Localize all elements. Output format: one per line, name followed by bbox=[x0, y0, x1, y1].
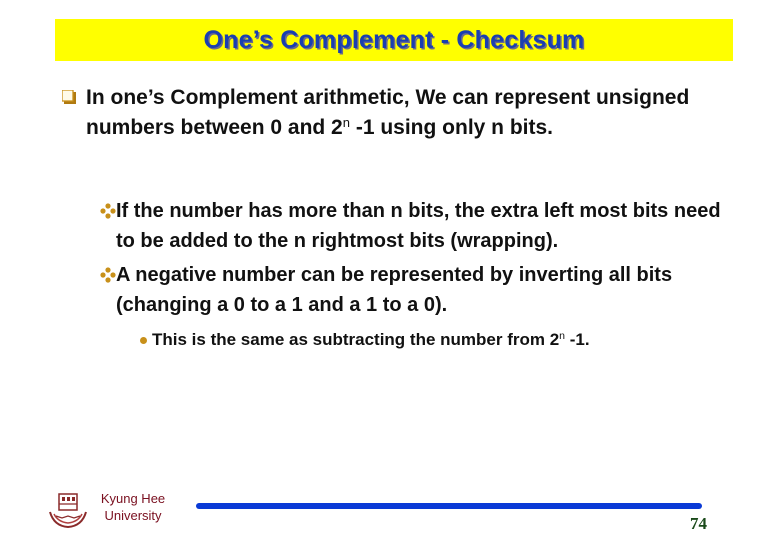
university-name-line2: University bbox=[104, 508, 162, 523]
university-emblem-icon bbox=[49, 493, 87, 529]
bullet-level1: In one’s Complement arithmetic, We can r… bbox=[62, 83, 702, 143]
university-name: Kyung Hee University bbox=[92, 490, 174, 524]
bullet-level2: If the number has more than n bits, the … bbox=[100, 196, 740, 256]
slide-title: One’s Complement - Checksum bbox=[203, 25, 585, 54]
dot-bullet-icon bbox=[140, 337, 147, 344]
bullet-level2: A negative number can be represented by … bbox=[100, 260, 740, 320]
bullet-text: This is the same as subtracting the numb… bbox=[152, 330, 590, 349]
footer-divider bbox=[196, 503, 702, 509]
university-name-line1: Kyung Hee bbox=[100, 491, 166, 506]
square-bullet-icon bbox=[62, 90, 76, 104]
page-number: 74 bbox=[690, 514, 707, 533]
title-bar: One’s Complement - Checksum bbox=[55, 19, 733, 61]
diamond-bullet-icon bbox=[100, 203, 116, 219]
bullet-text: In one’s Complement arithmetic, We can r… bbox=[86, 86, 690, 139]
diamond-bullet-icon bbox=[100, 267, 116, 283]
bullet-text: A negative number can be represented by … bbox=[116, 264, 673, 316]
bullet-text: If the number has more than n bits, the … bbox=[116, 200, 721, 252]
bullet-level3: This is the same as subtracting the numb… bbox=[140, 327, 744, 353]
